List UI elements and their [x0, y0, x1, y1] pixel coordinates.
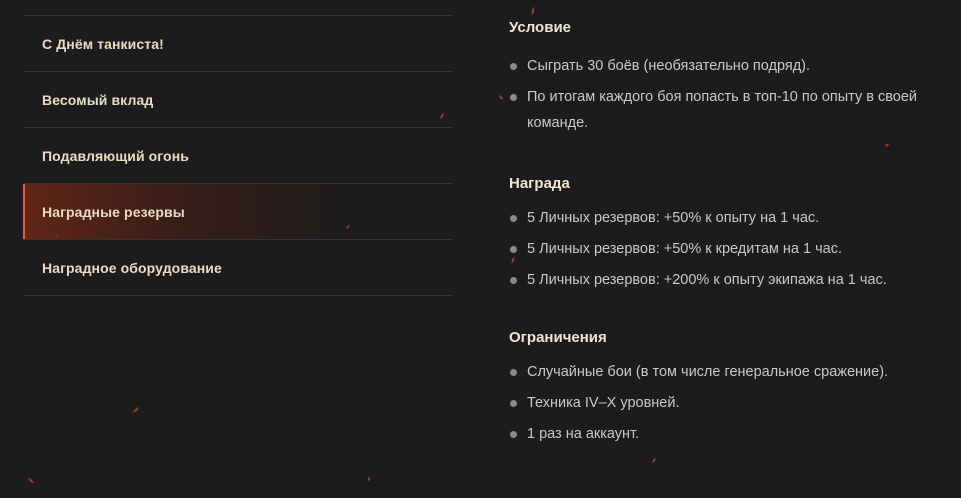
reward-list: 5 Личных резервов: +50% к опыту на 1 час…	[509, 205, 949, 293]
stage-details: Условие Сыграть 30 боёв (необязательно п…	[509, 16, 949, 447]
list-item: 5 Личных резервов: +50% к кредитам на 1 …	[509, 236, 949, 262]
reward-section: Награда 5 Личных резервов: +50% к опыту …	[509, 172, 949, 293]
condition-section: Условие Сыграть 30 боёв (необязательно п…	[509, 16, 949, 136]
bullet-dot-icon	[510, 215, 517, 222]
list-item-text: 5 Личных резервов: +50% к опыту на 1 час…	[527, 210, 820, 226]
ember-spark	[367, 475, 371, 483]
list-item: Техника IV–X уровней.	[509, 390, 949, 416]
menu-item-reward-reserves[interactable]: Наградные резервы	[23, 184, 453, 240]
bullet-dot-icon	[510, 63, 517, 70]
menu-item-label: Подавляющий огонь	[42, 147, 189, 164]
bullet-dot-icon	[510, 246, 517, 253]
bullet-dot-icon	[510, 277, 517, 284]
list-item-text: 1 раз на аккаунт.	[527, 426, 640, 442]
list-item-text: Сыграть 30 боёв (необязательно подряд).	[527, 58, 811, 74]
menu-item-label: С Днём танкиста!	[42, 35, 164, 52]
menu-item-tankman-day[interactable]: С Днём танкиста!	[23, 16, 453, 72]
event-stages-menu: С Днём танкиста! Весомый вклад Подавляющ…	[23, 15, 453, 296]
menu-item-weighty-contribution[interactable]: Весомый вклад	[23, 72, 453, 128]
menu-item-label: Наградные резервы	[42, 203, 185, 220]
list-item: 5 Личных резервов: +50% к опыту на 1 час…	[509, 205, 949, 231]
ember-spark	[26, 476, 36, 485]
bullet-dot-icon	[510, 369, 517, 376]
ember-spark	[531, 5, 535, 17]
menu-item-suppressing-fire[interactable]: Подавляющий огонь	[23, 128, 453, 184]
ember-spark	[651, 457, 657, 464]
section-title: Ограничения	[509, 329, 607, 346]
list-item: Сыграть 30 боёв (необязательно подряд).	[509, 53, 949, 79]
list-item: 5 Личных резервов: +200% к опыту экипажа…	[509, 267, 949, 293]
condition-list: Сыграть 30 боёв (необязательно подряд). …	[509, 53, 949, 136]
list-item-text: По итогам каждого боя попасть в топ-10 п…	[527, 89, 917, 131]
list-item: Случайные бои (в том числе генеральное с…	[509, 359, 949, 385]
restrictions-list: Случайные бои (в том числе генеральное с…	[509, 359, 949, 447]
menu-item-reward-equipment[interactable]: Наградное оборудование	[23, 240, 453, 296]
ember-spark	[131, 406, 141, 414]
bullet-dot-icon	[510, 431, 517, 438]
list-item-text: Техника IV–X уровней.	[527, 395, 680, 411]
list-item-text: 5 Личных резервов: +50% к кредитам на 1 …	[527, 241, 842, 257]
list-item: По итогам каждого боя попасть в топ-10 п…	[509, 84, 949, 136]
bullet-dot-icon	[510, 400, 517, 407]
section-title: Условие	[509, 19, 572, 36]
bullet-dot-icon	[510, 94, 517, 101]
list-item-text: 5 Личных резервов: +200% к опыту экипажа…	[527, 272, 887, 288]
list-item-text: Случайные бои (в том числе генеральное с…	[527, 364, 889, 380]
menu-item-label: Весомый вклад	[42, 91, 154, 108]
section-title: Награда	[509, 175, 570, 192]
restrictions-section: Ограничения Случайные бои (в том числе г…	[509, 326, 949, 447]
list-item: 1 раз на аккаунт.	[509, 421, 949, 447]
menu-item-label: Наградное оборудование	[42, 259, 222, 276]
ember-spark	[497, 94, 505, 101]
